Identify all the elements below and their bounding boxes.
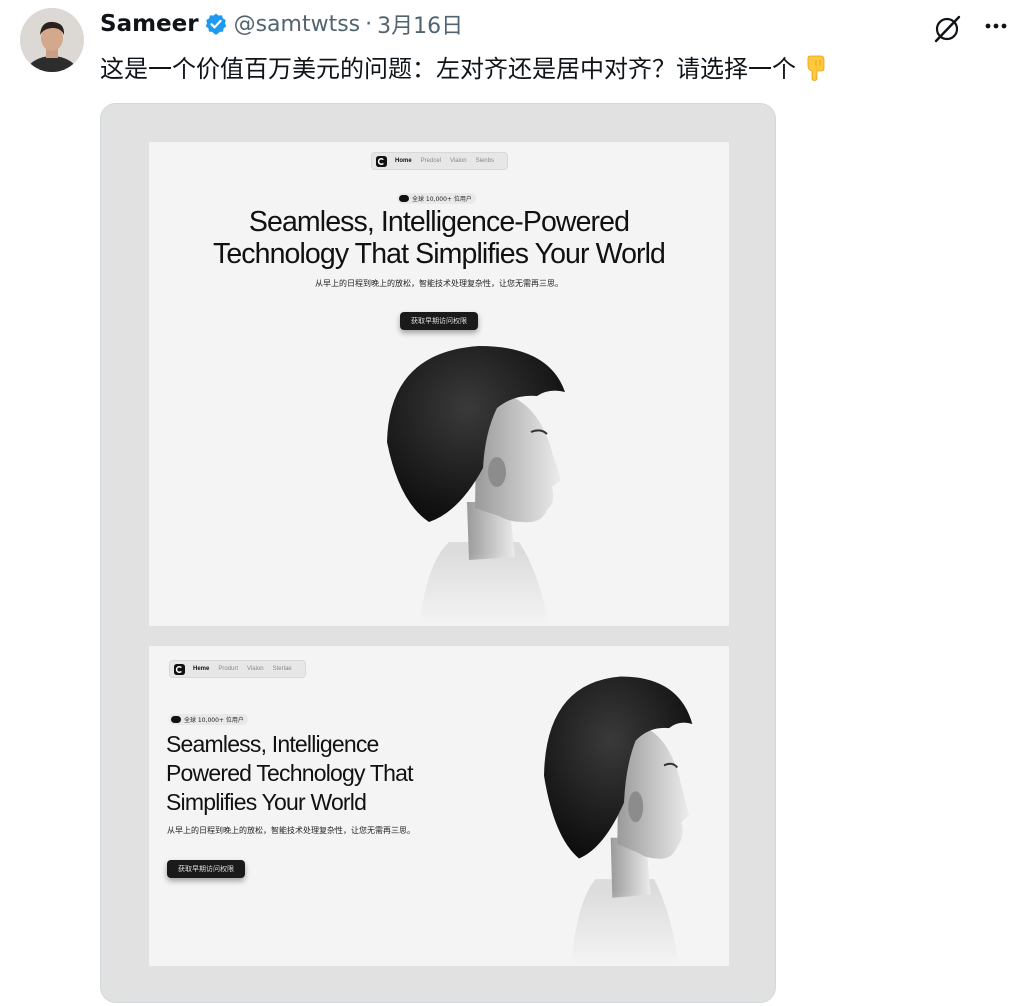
tweet-date[interactable]: 3月16日 bbox=[377, 8, 463, 40]
mock-nav-item: Sienbs bbox=[475, 158, 494, 164]
mock-user-badge: 全球 10,000+ 位用户 bbox=[169, 714, 248, 725]
tweet-text-content: 这是一个价值百万美元的问题：左对齐还是居中对齐？请选择一个 bbox=[100, 55, 796, 83]
mock-nav-item: Sterlae bbox=[272, 666, 292, 672]
mock-subtitle: 从早上的日程到晚上的放松，智能技术处理复杂性，让您无需再三思。 bbox=[167, 826, 415, 835]
tweet-header: Sameer @samtwtss · 3月16日 bbox=[100, 8, 463, 40]
mock-nav: Home Predcel Viaion Sienbs bbox=[371, 152, 508, 170]
mock-headline-line: Technology That Simplifies Your World bbox=[213, 238, 666, 270]
mock-subtitle: 从早上的日程到晚上的放松，智能技术处理复杂性，让您无需再三思。 bbox=[315, 279, 563, 288]
mock-headline: Seamless, Intelligence Powered Technolog… bbox=[166, 730, 466, 817]
grok-icon[interactable] bbox=[932, 14, 962, 44]
mock-nav-item: Heme bbox=[193, 666, 210, 672]
mock-badge-text: 全球 10,000+ 位用户 bbox=[412, 196, 472, 203]
mockup-centered: Home Predcel Viaion Sienbs 全球 10,000+ 位用… bbox=[149, 142, 729, 626]
mock-nav-item: Predcel bbox=[420, 158, 442, 164]
verified-badge-icon bbox=[205, 13, 226, 35]
mock-nav-item: Viaion bbox=[450, 158, 467, 164]
author-handle[interactable]: @samtwtss bbox=[234, 12, 361, 37]
mock-logo-icon bbox=[376, 155, 387, 167]
header-separator: · bbox=[365, 11, 373, 37]
mock-headline-line: Seamless, Intelligence bbox=[166, 731, 379, 757]
mock-nav: Heme Produrt Viaion Sterlae bbox=[169, 660, 306, 678]
mock-nav-item: Viaion bbox=[247, 666, 264, 672]
mock-headline-line: Powered Technology That bbox=[166, 760, 414, 786]
more-icon[interactable] bbox=[982, 14, 1010, 42]
woman-portrait-image bbox=[479, 676, 729, 966]
pointing-down-emoji bbox=[807, 55, 825, 81]
mock-cta-button: 获取早期访问权限 bbox=[167, 860, 245, 878]
avatar-image bbox=[20, 8, 84, 72]
mock-headline-line: Simplifies Your World bbox=[166, 789, 367, 815]
mockup-left-aligned: Heme Produrt Viaion Sterlae 全球 10,000+ 位… bbox=[149, 646, 729, 966]
author-name[interactable]: Sameer bbox=[100, 11, 199, 37]
mock-nav-item: Home bbox=[395, 158, 412, 164]
media-image[interactable]: Home Predcel Viaion Sienbs 全球 10,000+ 位用… bbox=[100, 103, 776, 1003]
mock-headline: Seamless, Intelligence-Powered Technolog… bbox=[149, 206, 729, 270]
avatar[interactable] bbox=[20, 8, 84, 72]
mock-logo-icon bbox=[174, 663, 185, 675]
mock-headline-line: Seamless, Intelligence-Powered bbox=[248, 206, 630, 238]
tweet-text: 这是一个价值百万美元的问题：左对齐还是居中对齐？请选择一个 bbox=[100, 49, 828, 84]
woman-portrait-image bbox=[309, 346, 609, 626]
mock-cta-button: 获取早期访问权限 bbox=[400, 312, 478, 330]
mock-badge-text: 全球 10,000+ 位用户 bbox=[184, 717, 244, 724]
mock-user-badge: 全球 10,000+ 位用户 bbox=[397, 193, 476, 204]
mock-nav-item: Produrt bbox=[218, 666, 239, 672]
